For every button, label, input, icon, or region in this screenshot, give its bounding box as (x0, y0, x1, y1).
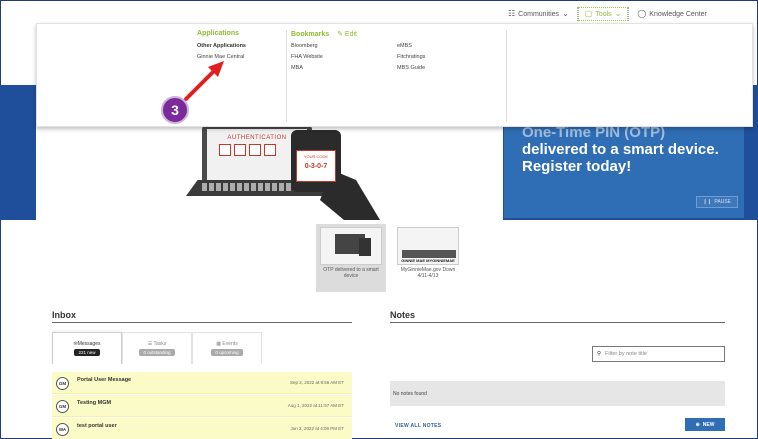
column-divider (286, 30, 287, 122)
promo-panel: One-Time PIN (OTP) delivered to a smart … (504, 120, 744, 218)
code-box (219, 144, 231, 156)
column-divider (506, 30, 507, 122)
pencil-icon: ✎ (337, 31, 343, 38)
message-date: Sep 2, 2022 at 9:56 AM ET (289, 380, 344, 385)
tab-events-label: ▦ Events (216, 341, 238, 347)
bookmark-mba[interactable]: MBA (291, 65, 303, 71)
code-box (234, 144, 246, 156)
avatar: GM (56, 377, 69, 390)
chevron-down-icon: ⌄ (562, 9, 569, 18)
code-box (249, 144, 261, 156)
bookmarks-label: Bookmarks (291, 31, 330, 38)
thumb-caption: OTP delivered to a smart device (323, 267, 379, 279)
promo-line-2: delivered to a smart device. Register to… (522, 141, 719, 175)
lightbulb-icon: ◯ (637, 9, 647, 18)
message-date: Aug 1, 2022 at 11:57 AM ET (287, 403, 344, 408)
plus-icon: ⊕ (695, 421, 700, 428)
new-note-button[interactable]: ⊕ NEW (685, 418, 725, 431)
tab-messages-label: ✉Messages (73, 341, 101, 347)
applications-heading: Applications (197, 30, 240, 37)
calendar-icon: ▦ (216, 341, 222, 347)
annotation-arrow (184, 61, 224, 101)
bookmark-mbs-guide[interactable]: MBS Guide (397, 65, 425, 71)
carousel-thumb-maintenance[interactable]: GINNIE MAE MYGINNIEMAE MyGinnieMae.gov D… (393, 224, 463, 292)
chevron-down-icon: ⌄ (614, 9, 622, 18)
events-count-badge: 0 upcoming (211, 349, 243, 356)
edit-bookmarks-link[interactable]: ✎ Edit (337, 31, 357, 38)
pause-icon: ❙❙ (703, 199, 712, 205)
mini-road-graphic (402, 250, 456, 258)
message-date: Jun 2, 2022 at 4:09 PM ET (290, 426, 344, 431)
your-code-label: YOUR CODE (303, 154, 329, 159)
pause-button[interactable]: ❙❙ PAUSE (696, 196, 738, 208)
phone-illustration: YOUR CODE 0-3-0-7 (291, 130, 341, 192)
inbox-divider (52, 322, 352, 323)
knowledge-center-link[interactable]: ◯ Knowledge Center (629, 7, 715, 21)
tab-tasks[interactable]: ☰ Tasks 0 outstanding (122, 332, 192, 364)
message-subject: test portal user (77, 423, 117, 429)
edit-label: Edit (344, 31, 357, 38)
inbox-tabs: ✉Messages 221 new ☰ Tasks 0 outstanding … (52, 332, 262, 364)
no-notes-message: No notes found (390, 381, 725, 406)
inbox-title: Inbox (52, 310, 76, 320)
tab-messages[interactable]: ✉Messages 221 new (52, 332, 122, 364)
communities-label: Communities (518, 10, 560, 18)
bookmark-embs[interactable]: eMBS (397, 43, 412, 49)
knowledge-center-label: Knowledge Center (649, 10, 707, 18)
tools-dropdown-menu: Applications Other Applications Ginnie M… (36, 23, 753, 127)
thumb-image (320, 227, 382, 265)
mini-phone-graphic (359, 238, 371, 256)
avatar: WA (56, 423, 69, 436)
thumb-image-text: GINNIE MAE MYGINNIEMAE (401, 258, 455, 263)
message-subject: Testing MGM (77, 400, 112, 406)
note-filter-field: ⚲ (592, 346, 725, 362)
code-boxes (219, 144, 276, 156)
search-icon: ⚲ (597, 351, 602, 357)
tasks-icon: ☰ (147, 341, 153, 347)
tools-label: Tools (595, 10, 612, 18)
view-all-notes-link[interactable]: VIEW ALL NOTES (395, 423, 441, 429)
message-row[interactable]: GM Testing MGM Aug 1, 2022 at 11:57 AM E… (52, 395, 352, 417)
promo-text: One-Time PIN (OTP) delivered to a smart … (522, 124, 732, 175)
note-filter-input[interactable] (605, 351, 716, 357)
bookmark-fha-website[interactable]: FHA Website (291, 54, 323, 60)
tasks-count-badge: 0 outstanding (139, 349, 175, 356)
phone-screen: YOUR CODE 0-3-0-7 (296, 150, 336, 182)
tab-events[interactable]: ▦ Events 0 upcoming (192, 332, 262, 364)
code-box (264, 144, 276, 156)
pause-label: PAUSE (714, 199, 731, 205)
messages-count-badge: 221 new (74, 349, 100, 356)
top-nav: ☷ Communities ⌄ ▢ Tools ⌄ ◯ Knowledge Ce… (500, 7, 715, 21)
tools-menu[interactable]: ▢ Tools ⌄ (577, 7, 629, 21)
tools-icon: ▢ (584, 9, 593, 18)
message-row[interactable]: GM Portal User Message Sep 2, 2022 at 9:… (52, 372, 352, 394)
communities-icon: ☷ (508, 9, 516, 18)
notes-title: Notes (390, 310, 416, 320)
thumb-image: GINNIE MAE MYGINNIEMAE (397, 227, 459, 265)
message-subject: Portal User Message (77, 377, 132, 383)
communities-menu[interactable]: ☷ Communities ⌄ (500, 7, 577, 21)
other-applications-link[interactable]: Other Applications (197, 43, 246, 49)
bookmarks-heading: Bookmarks ✎ Edit (291, 30, 357, 38)
avatar: GM (56, 400, 69, 413)
bookmark-bloomberg[interactable]: Bloomberg (291, 43, 318, 49)
notes-divider (390, 322, 725, 323)
code-value: 0-3-0-7 (304, 163, 328, 170)
carousel-thumb-otp[interactable]: OTP delivered to a smart device (316, 224, 386, 292)
new-note-label: NEW (702, 421, 715, 428)
message-list: GM Portal User Message Sep 2, 2022 at 9:… (52, 372, 352, 439)
tab-tasks-label: ☰ Tasks (147, 341, 167, 347)
step-badge: 3 (161, 96, 189, 124)
message-row[interactable]: WA test portal user Jun 2, 2022 at 4:09 … (52, 418, 352, 439)
thumb-caption: MyGinnieMae.gov Down 4/11-4/13 (400, 267, 456, 279)
bookmark-fitchratings[interactable]: Fitchratings (397, 54, 425, 60)
